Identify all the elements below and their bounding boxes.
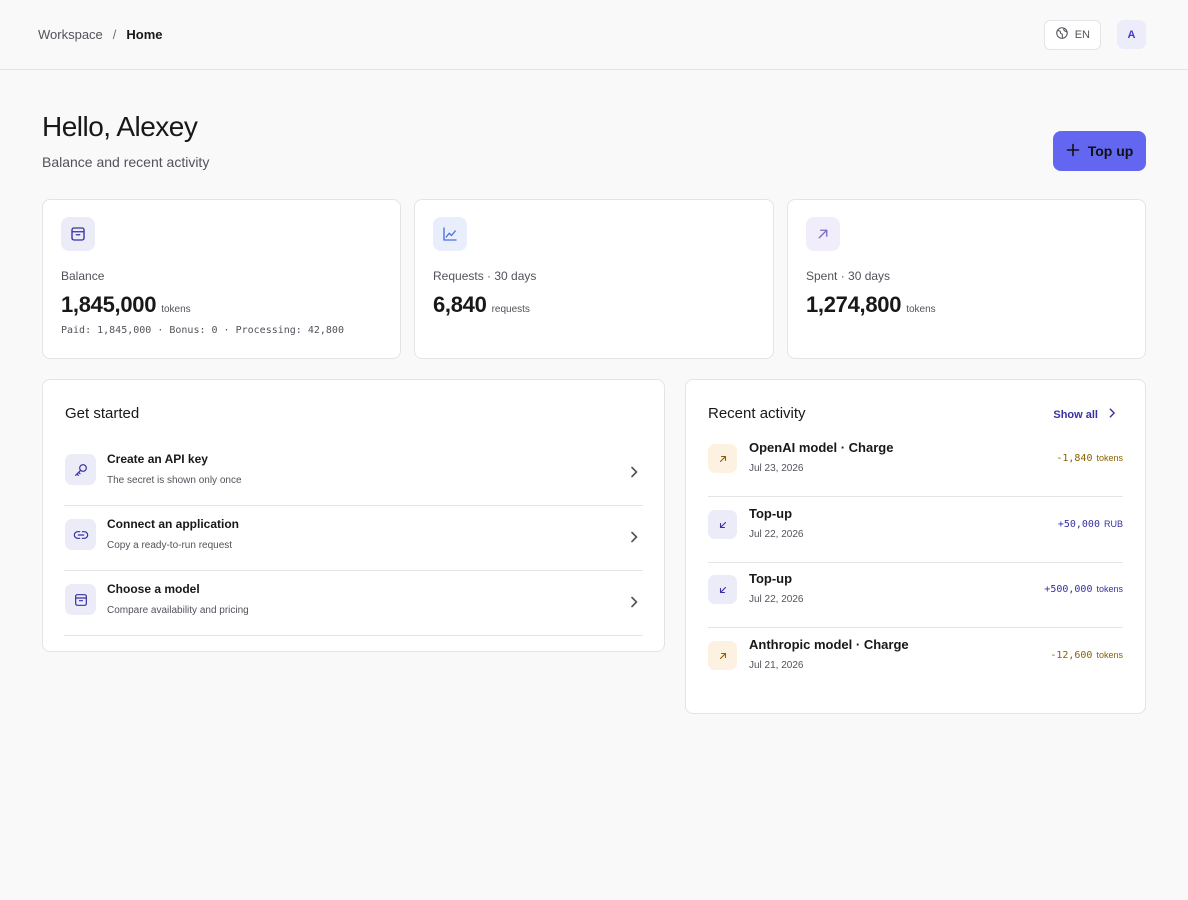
breadcrumb-workspace[interactable]: Workspace (38, 27, 103, 42)
activity-title: Top-up (749, 571, 793, 586)
chevron-right-icon (627, 595, 641, 614)
spent-unit: tokens (906, 304, 936, 315)
chevron-right-icon (1106, 407, 1118, 422)
chevron-right-icon (627, 530, 641, 549)
activity-date: Jul 23, 2026 (749, 463, 804, 474)
arrow-up-right-icon (708, 641, 737, 670)
requests-unit: requests (491, 304, 530, 315)
get-started-item-title: Connect an application (107, 517, 240, 531)
top-actions: EN A (1043, 19, 1146, 50)
chevron-right-icon (627, 465, 641, 484)
get-started-item-api-key[interactable]: Create an API key The secret is shown on… (64, 441, 643, 506)
get-started-item-description: The secret is shown only once (107, 475, 242, 486)
activity-amount-unit: tokens (1096, 584, 1123, 594)
recent-activity-title: Recent activity (708, 405, 806, 422)
activity-title: Anthropic model · Charge (749, 637, 909, 652)
get-started-card: Get started Create an API key The secret… (42, 379, 665, 652)
get-started-item-title: Create an API key (107, 452, 208, 466)
link-icon (65, 519, 96, 550)
arrow-up-right-icon (806, 217, 840, 251)
activity-item[interactable]: Top-up Jul 22, 2026 +50,000 RUB (708, 497, 1123, 563)
get-started-item-choose-model[interactable]: Choose a model Compare availability and … (64, 571, 643, 636)
line-chart-icon (433, 217, 467, 251)
activity-date: Jul 22, 2026 (749, 594, 804, 605)
activity-amount-value: -1,840 (1056, 453, 1093, 464)
activity-amount: -12,600 tokens (1050, 650, 1123, 661)
spent-label: Spent · 30 days (806, 269, 891, 283)
get-started-item-description: Compare availability and pricing (107, 605, 249, 616)
top-bar: Workspace / Home EN A (0, 0, 1188, 70)
activity-title: Top-up (749, 506, 793, 521)
activity-amount-value: +500,000 (1044, 584, 1093, 595)
breadcrumb-separator: / (112, 27, 117, 42)
activity-item[interactable]: OpenAI model · Charge Jul 23, 2026 -1,84… (708, 431, 1123, 497)
box-icon (65, 584, 96, 615)
activity-item[interactable]: Top-up Jul 22, 2026 +500,000 tokens (708, 562, 1123, 628)
activity-amount-unit: tokens (1096, 650, 1123, 660)
language-button[interactable]: EN (1043, 19, 1101, 50)
activity-item[interactable]: Anthropic model · Charge Jul 21, 2026 -1… (708, 628, 1123, 694)
globe-icon (1055, 26, 1069, 43)
get-started-item-connect-app[interactable]: Connect an application Copy a ready-to-r… (64, 506, 643, 571)
activity-amount-value: -12,600 (1050, 650, 1093, 661)
activity-amount: +50,000 RUB (1058, 519, 1123, 530)
show-all-label: Show all (1053, 408, 1098, 421)
spent-amount: 1,274,800 (806, 292, 902, 317)
activity-amount-unit: tokens (1096, 453, 1123, 463)
page-subtitle: Balance and recent activity (42, 154, 210, 170)
wallet-icon (61, 217, 95, 251)
activity-date: Jul 21, 2026 (749, 660, 804, 671)
requests-card: Requests · 30 days 6,840 requests (414, 199, 774, 359)
top-up-button[interactable]: Top up (1053, 131, 1146, 171)
language-label: EN (1074, 28, 1090, 41)
get-started-title: Get started (65, 405, 140, 422)
spent-card: Spent · 30 days 1,274,800 tokens (787, 199, 1146, 359)
activity-amount-value: +50,000 (1057, 519, 1100, 530)
balance-amount: 1,845,000 (61, 292, 157, 317)
activity-date: Jul 22, 2026 (749, 529, 804, 540)
balance-unit: tokens (161, 304, 191, 315)
page-title: Hello, Alexey (42, 111, 198, 142)
arrow-down-left-icon (708, 575, 737, 604)
recent-activity-card: Recent activity Show all OpenAI model · … (685, 379, 1146, 714)
get-started-item-title: Choose a model (107, 582, 200, 596)
arrow-up-right-icon (708, 444, 737, 473)
key-icon (65, 454, 96, 485)
balance-card: Balance 1,845,000 tokens Paid: 1,845,000… (42, 199, 401, 359)
breadcrumb: Workspace / Home (38, 27, 163, 42)
requests-label: Requests · 30 days (433, 269, 537, 283)
balance-breakdown: Paid: 1,845,000 · Bonus: 0 · Processing:… (61, 325, 344, 336)
requests-amount: 6,840 (433, 292, 487, 317)
requests-value: 6,840 requests (433, 292, 530, 318)
breadcrumb-current: Home (126, 27, 163, 42)
activity-amount-unit: RUB (1103, 519, 1123, 529)
avatar[interactable]: A (1117, 20, 1146, 49)
get-started-item-description: Copy a ready-to-run request (107, 540, 233, 551)
balance-label: Balance (61, 269, 105, 283)
activity-amount: -1,840 tokens (1056, 453, 1123, 464)
show-all-link[interactable]: Show all (1053, 407, 1118, 422)
arrow-down-left-icon (708, 510, 737, 539)
plus-icon (1066, 143, 1080, 160)
activity-title: OpenAI model · Charge (749, 440, 894, 455)
balance-value: 1,845,000 tokens (61, 292, 191, 318)
spent-value: 1,274,800 tokens (806, 292, 936, 318)
top-up-label: Top up (1087, 143, 1134, 159)
activity-amount: +500,000 tokens (1044, 584, 1123, 595)
